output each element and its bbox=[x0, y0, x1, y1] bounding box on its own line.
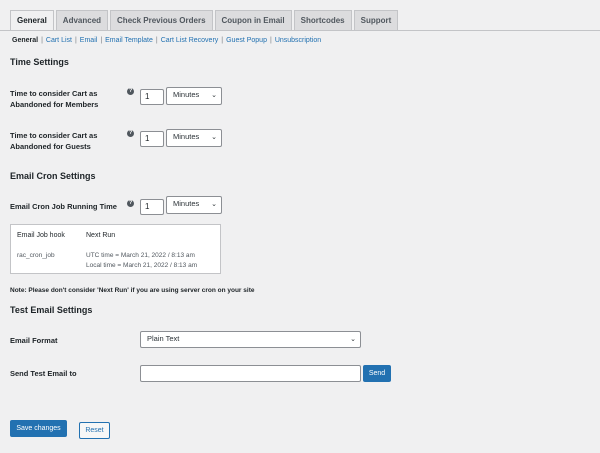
save-changes-button[interactable]: Save changes bbox=[10, 420, 67, 437]
guests-time-unit-select[interactable]: Minutes ⌄ bbox=[166, 129, 222, 147]
tab-support[interactable]: Support bbox=[353, 10, 399, 31]
members-time-input[interactable]: 1 bbox=[140, 89, 164, 105]
subnav-cart-list[interactable]: Cart List bbox=[46, 37, 72, 44]
subnav-email-template[interactable]: Email Template bbox=[105, 37, 153, 44]
time-settings-heading: Time Settings bbox=[10, 57, 69, 67]
members-time-unit-value: Minutes bbox=[173, 90, 200, 99]
subnav-general[interactable]: General bbox=[12, 37, 38, 44]
members-time-label-line2: Abandoned for Members bbox=[10, 100, 99, 109]
tab-check-previous-orders[interactable]: Check Previous Orders bbox=[110, 10, 213, 31]
help-icon[interactable]: ? bbox=[127, 200, 134, 207]
cron-hook-name: rac_cron_job bbox=[17, 252, 55, 259]
sub-navigation: General | Cart List | Email | Email Template | C… bbox=[12, 37, 322, 44]
cron-note: Note: Please don't consider 'Next Run' i… bbox=[10, 287, 255, 294]
cron-table-col-next-run: Next Run bbox=[86, 232, 116, 239]
chevron-down-icon: ⌄ bbox=[211, 134, 217, 141]
cron-table-col-hook: Email Job hook bbox=[17, 232, 65, 239]
cron-utc-time: UTC time = March 21, 2022 / 8:13 am bbox=[86, 252, 195, 259]
members-time-label: Time to consider Cart as Abandoned for M… bbox=[10, 88, 98, 110]
guests-time-input[interactable]: 1 bbox=[140, 131, 164, 147]
send-test-email-label: Send Test Email to bbox=[10, 369, 77, 378]
cron-time-label: Email Cron Job Running Time bbox=[10, 202, 117, 211]
cron-time-unit-value: Minutes bbox=[173, 199, 200, 208]
settings-tabs: General Advanced Check Previous Orders C… bbox=[10, 10, 399, 31]
members-time-label-line1: Time to consider Cart as bbox=[10, 89, 98, 98]
cron-info-table: Email Job hook Next Run rac_cron_job UTC… bbox=[10, 224, 221, 274]
members-time-unit-select[interactable]: Minutes ⌄ bbox=[166, 87, 222, 105]
tab-shortcodes[interactable]: Shortcodes bbox=[293, 10, 352, 31]
send-button[interactable]: Send bbox=[363, 365, 391, 382]
cron-local-time: Local time = March 21, 2022 / 8:13 am bbox=[86, 262, 198, 269]
guests-time-label-line2: Abandoned for Guests bbox=[10, 142, 91, 151]
email-format-value: Plain Text bbox=[147, 334, 180, 343]
subnav-unsubscription[interactable]: Unsubscription bbox=[275, 37, 321, 44]
tab-divider bbox=[0, 30, 600, 31]
email-cron-heading: Email Cron Settings bbox=[10, 171, 96, 181]
tab-general[interactable]: General bbox=[10, 10, 54, 31]
email-format-label: Email Format bbox=[10, 336, 58, 345]
chevron-down-icon: ⌄ bbox=[350, 336, 356, 343]
guests-time-label: Time to consider Cart as Abandoned for G… bbox=[10, 130, 97, 152]
cron-time-unit-select[interactable]: Minutes ⌄ bbox=[166, 196, 222, 214]
chevron-down-icon: ⌄ bbox=[211, 92, 217, 99]
reset-button[interactable]: Reset bbox=[79, 422, 110, 439]
test-email-input[interactable] bbox=[140, 365, 361, 382]
help-icon[interactable]: ? bbox=[127, 88, 134, 95]
help-icon[interactable]: ? bbox=[127, 130, 134, 137]
subnav-email[interactable]: Email bbox=[80, 37, 98, 44]
test-email-heading: Test Email Settings bbox=[10, 305, 93, 315]
email-format-select[interactable]: Plain Text ⌄ bbox=[140, 331, 361, 348]
subnav-guest-popup[interactable]: Guest Popup bbox=[226, 37, 267, 44]
tab-advanced[interactable]: Advanced bbox=[55, 10, 109, 31]
guests-time-label-line1: Time to consider Cart as bbox=[10, 131, 98, 140]
guests-time-unit-value: Minutes bbox=[173, 132, 200, 141]
tab-coupon-in-email[interactable]: Coupon in Email bbox=[214, 10, 292, 31]
cron-time-input[interactable]: 1 bbox=[140, 199, 164, 215]
subnav-cart-list-recovery[interactable]: Cart List Recovery bbox=[161, 37, 219, 44]
chevron-down-icon: ⌄ bbox=[211, 201, 217, 208]
